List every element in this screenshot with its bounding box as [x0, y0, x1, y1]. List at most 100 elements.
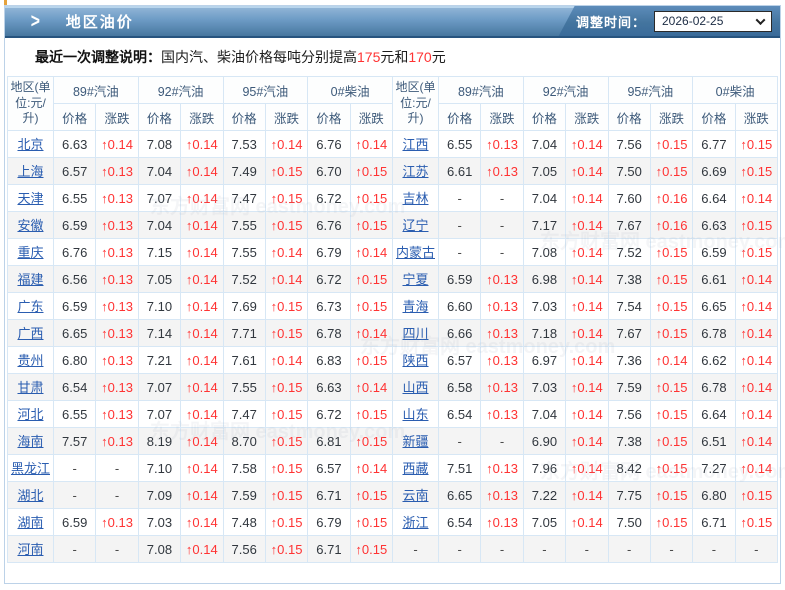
region-link[interactable]: 四川: [402, 326, 428, 341]
price-cell: 7.04: [138, 212, 180, 239]
region-cell: 福建: [8, 266, 54, 293]
price-cell: 7.56: [608, 131, 650, 158]
region-link[interactable]: 甘肃: [17, 380, 43, 395]
change-cell: ↑0.14: [181, 347, 223, 374]
change-cell: ↑0.14: [181, 239, 223, 266]
region-cell: 宁夏: [393, 266, 439, 293]
price-cell: 6.59: [693, 239, 735, 266]
region-link[interactable]: 上海: [17, 164, 43, 179]
region-link[interactable]: 广东: [17, 299, 43, 314]
region-link[interactable]: 北京: [17, 137, 43, 152]
region-link[interactable]: 天津: [17, 191, 43, 206]
table-row: 福建6.56↑0.137.05↑0.147.52↑0.146.72↑0.15宁夏…: [8, 266, 778, 293]
region-link[interactable]: 安徽: [17, 218, 43, 233]
region-cell: 安徽: [8, 212, 54, 239]
region-link[interactable]: 陕西: [402, 353, 428, 368]
region-link[interactable]: 河南: [17, 542, 43, 557]
price-cell: 6.98: [523, 266, 565, 293]
price-cell: 6.79: [308, 239, 350, 266]
change-cell: -: [481, 536, 523, 563]
region-link[interactable]: 云南: [402, 488, 428, 503]
change-cell: ↑0.15: [650, 455, 692, 482]
col-header-price: 价格: [138, 104, 180, 131]
adjust-date-select[interactable]: 2026-02-25: [654, 11, 772, 32]
change-cell: ↑0.15: [650, 401, 692, 428]
notice-mid-text: 元和: [380, 47, 408, 67]
region-cell: 海南: [8, 428, 54, 455]
price-cell: 7.75: [608, 482, 650, 509]
change-cell: ↑0.15: [650, 293, 692, 320]
price-cell: 6.83: [308, 347, 350, 374]
col-header-group: 89#汽油: [54, 77, 139, 104]
change-cell: ↑0.14: [735, 293, 777, 320]
region-cell: 广东: [8, 293, 54, 320]
price-cell: 7.47: [223, 185, 265, 212]
region-link[interactable]: 吉林: [402, 191, 428, 206]
region-link[interactable]: 内蒙古: [396, 245, 435, 260]
price-cell: 7.96: [523, 455, 565, 482]
change-cell: ↑0.14: [181, 320, 223, 347]
change-cell: ↑0.14: [735, 266, 777, 293]
region-link[interactable]: 河北: [17, 407, 43, 422]
region-link[interactable]: 宁夏: [402, 272, 428, 287]
change-cell: -: [481, 239, 523, 266]
table-row: 广西6.65↑0.137.14↑0.147.71↑0.156.78↑0.14四川…: [8, 320, 778, 347]
region-link[interactable]: 浙江: [402, 515, 428, 530]
change-cell: ↑0.13: [96, 293, 138, 320]
price-cell: 6.76: [308, 131, 350, 158]
price-cell: -: [439, 536, 481, 563]
change-cell: ↑0.14: [566, 509, 608, 536]
region-link[interactable]: 黑龙江: [11, 461, 50, 476]
table-row: 重庆6.76↑0.137.15↑0.147.55↑0.146.79↑0.14内蒙…: [8, 239, 778, 266]
region-link[interactable]: 海南: [17, 434, 43, 449]
col-header-region: 地区(单位:元/升): [8, 77, 54, 131]
price-cell: 6.57: [439, 347, 481, 374]
change-cell: ↑0.13: [481, 455, 523, 482]
region-link[interactable]: 贵州: [17, 353, 43, 368]
price-cell: 7.03: [138, 509, 180, 536]
price-cell: 7.27: [693, 455, 735, 482]
price-cell: 6.65: [439, 482, 481, 509]
region-link[interactable]: 山东: [402, 407, 428, 422]
region-link[interactable]: 广西: [17, 326, 43, 341]
region-link[interactable]: 山西: [402, 380, 428, 395]
change-cell: ↑0.13: [96, 158, 138, 185]
region-link[interactable]: 湖北: [17, 488, 43, 503]
price-cell: 6.54: [54, 374, 96, 401]
region-link[interactable]: 青海: [402, 299, 428, 314]
price-cell: -: [439, 239, 481, 266]
change-cell: ↑0.14: [181, 158, 223, 185]
change-cell: ↑0.15: [350, 158, 392, 185]
price-cell: 6.64: [693, 401, 735, 428]
price-cell: 6.54: [439, 401, 481, 428]
region-link[interactable]: 福建: [17, 272, 43, 287]
region-link[interactable]: 湖南: [17, 515, 43, 530]
change-cell: ↑0.14: [181, 185, 223, 212]
price-cell: 7.04: [523, 131, 565, 158]
change-cell: ↑0.14: [735, 320, 777, 347]
table-row: 上海6.57↑0.137.04↑0.147.49↑0.156.70↑0.15江苏…: [8, 158, 778, 185]
price-cell: 6.72: [308, 185, 350, 212]
chevron-right-icon: >: [31, 10, 40, 33]
change-cell: ↑0.13: [481, 266, 523, 293]
price-cell: 7.04: [523, 401, 565, 428]
change-cell: ↑0.15: [350, 428, 392, 455]
col-header-region: 地区(单位:元/升): [393, 77, 439, 131]
region-link[interactable]: 辽宁: [402, 218, 428, 233]
change-cell: ↑0.14: [566, 455, 608, 482]
change-cell: ↑0.14: [181, 266, 223, 293]
table-row: 河南--7.08↑0.147.56↑0.156.71↑0.15---------: [8, 536, 778, 563]
region-link[interactable]: 江西: [402, 137, 428, 152]
notice-label: 最近一次调整说明：: [35, 47, 161, 67]
region-link[interactable]: 江苏: [402, 164, 428, 179]
price-cell: 7.67: [608, 212, 650, 239]
change-cell: -: [735, 536, 777, 563]
change-cell: ↑0.14: [566, 374, 608, 401]
price-cell: 6.63: [693, 212, 735, 239]
change-cell: ↑0.13: [96, 212, 138, 239]
price-cell: 7.10: [138, 455, 180, 482]
change-cell: ↑0.15: [350, 536, 392, 563]
region-link[interactable]: 新疆: [402, 434, 428, 449]
region-link[interactable]: 西藏: [402, 461, 428, 476]
region-link[interactable]: 重庆: [17, 245, 43, 260]
